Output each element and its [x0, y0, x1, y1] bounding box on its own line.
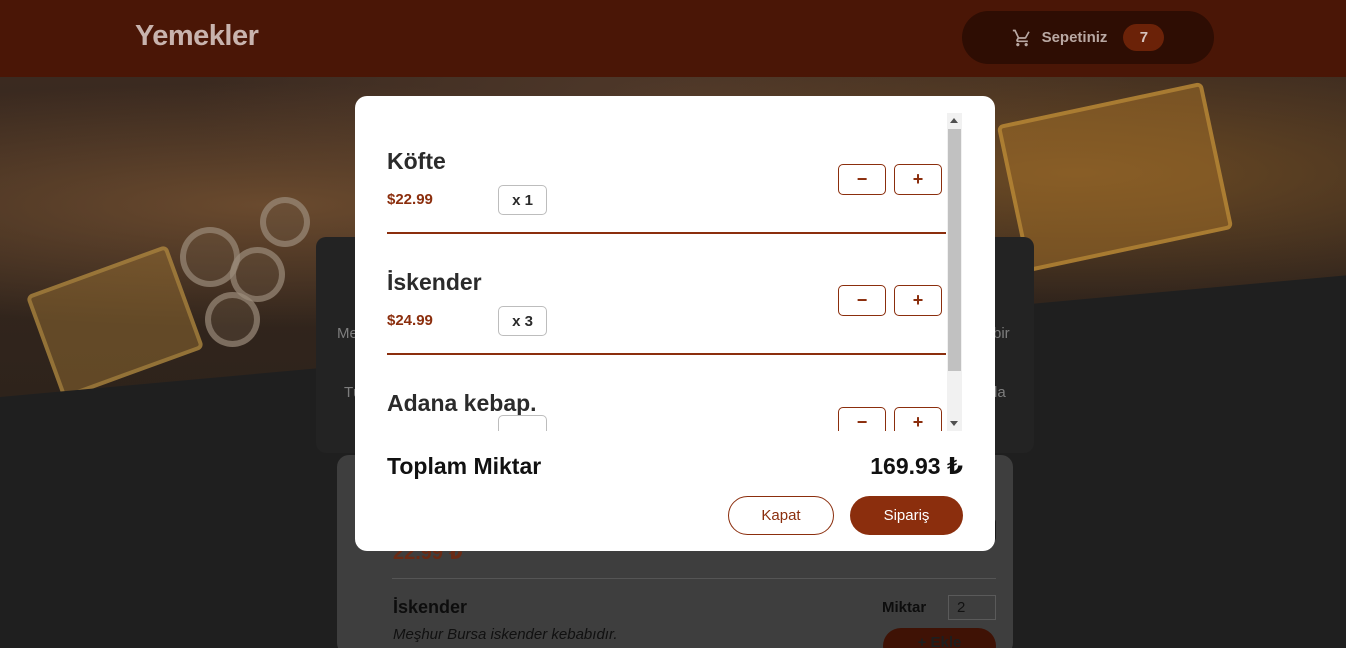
order-button[interactable]: Sipariş — [850, 496, 963, 535]
cart-item-name: Adana kebap. — [387, 390, 537, 416]
cart-label: Sepetiniz — [1041, 29, 1108, 46]
menu-item-name: İskender — [393, 597, 468, 617]
cart-item: Adana kebap. − + — [387, 355, 946, 431]
decrease-quantity-button[interactable]: − — [838, 285, 886, 316]
about-text-fragment: la — [994, 384, 1006, 401]
cart-item: Köfte $22.99 x 1 − + — [387, 113, 946, 234]
menu-quantity-input[interactable]: 2 — [948, 595, 996, 620]
cart-item-name: İskender — [387, 269, 482, 295]
total-label: Toplam Miktar — [387, 453, 542, 479]
cart-item-quantity: x 3 — [498, 306, 547, 336]
cart-modal: Köfte $22.99 x 1 − + İskender $24.99 x 3… — [355, 96, 995, 551]
decrease-quantity-button[interactable]: − — [838, 407, 886, 431]
menu-item-description: Meşhur Bursa iskender kebabıdır. — [393, 626, 618, 643]
cart-item-quantity — [498, 415, 547, 431]
cart-item-price: $24.99 — [387, 312, 433, 329]
cart-button[interactable]: Sepetiniz 7 — [962, 11, 1214, 64]
cart-item-price: $22.99 — [387, 191, 433, 208]
food-tray-decoration — [25, 244, 205, 397]
menu-quantity-label: Miktar — [882, 599, 927, 616]
top-navbar: Yemekler Sepetiniz 7 — [0, 0, 1346, 77]
plate-decoration — [205, 292, 260, 347]
menu-divider — [392, 578, 996, 579]
increase-quantity-button[interactable]: + — [894, 407, 942, 431]
scroll-thumb[interactable] — [948, 129, 961, 371]
shopping-cart-icon — [1012, 29, 1030, 46]
close-button[interactable]: Kapat — [728, 496, 834, 535]
about-text-fragment: bir — [993, 325, 1010, 342]
cart-items-list[interactable]: Köfte $22.99 x 1 − + İskender $24.99 x 3… — [387, 113, 978, 431]
cart-item: İskender $24.99 x 3 − + — [387, 234, 946, 355]
cart-count-badge: 7 — [1123, 24, 1165, 51]
total-value: 169.93 ₺ — [870, 453, 963, 479]
increase-quantity-button[interactable]: + — [894, 285, 942, 316]
scroll-up-arrow-icon[interactable] — [950, 118, 958, 123]
decrease-quantity-button[interactable]: − — [838, 164, 886, 195]
plate-decoration — [260, 197, 310, 247]
cart-scrollbar[interactable] — [947, 113, 962, 431]
increase-quantity-button[interactable]: + — [894, 164, 942, 195]
cart-item-quantity: x 1 — [498, 185, 547, 215]
scroll-down-arrow-icon[interactable] — [950, 421, 958, 426]
add-to-cart-button[interactable]: + Ekle — [883, 628, 996, 648]
site-logo[interactable]: Yemekler — [135, 20, 259, 53]
cart-item-name: Köfte — [387, 148, 446, 174]
